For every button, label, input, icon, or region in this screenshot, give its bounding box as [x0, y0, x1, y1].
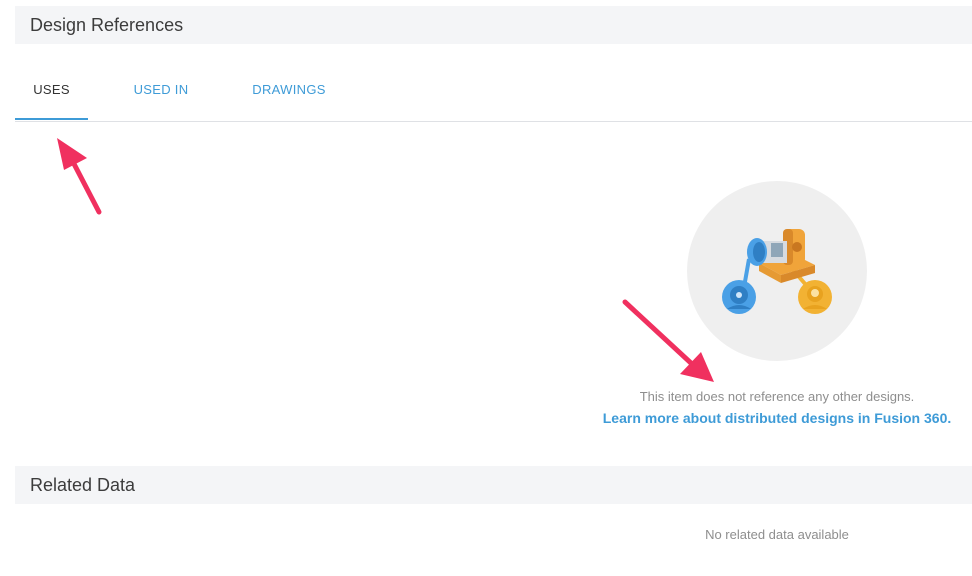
- tab-drawings[interactable]: DRAWINGS: [239, 60, 339, 119]
- tab-uses-label: USES: [33, 82, 70, 97]
- no-related-data-message: No related data available: [705, 527, 849, 542]
- no-references-message: This item does not reference any other d…: [639, 389, 915, 404]
- tab-used-in-label: USED IN: [133, 82, 189, 97]
- related-data-title: Related Data: [30, 474, 136, 495]
- tab-uses[interactable]: USES: [15, 60, 88, 120]
- reference-tabs: USES USED IN DRAWINGS: [15, 60, 972, 122]
- active-tab-indicator: [15, 118, 88, 120]
- related-data-header: Related Data: [15, 466, 972, 504]
- tab-used-in[interactable]: USED IN: [115, 60, 207, 119]
- learn-more-link[interactable]: Learn more about distributed designs in …: [560, 410, 972, 426]
- tab-drawings-label: DRAWINGS: [252, 82, 326, 97]
- distributed-design-illustration: [687, 181, 867, 361]
- design-references-header: Design References: [15, 6, 972, 44]
- design-references-title: Design References: [30, 14, 184, 35]
- arrow-to-uses-tab-icon: [57, 138, 102, 215]
